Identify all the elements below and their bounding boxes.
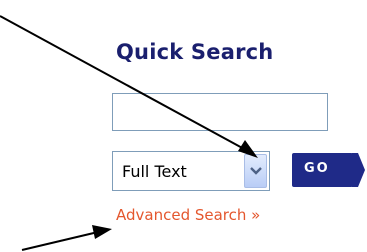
search-input[interactable] [112, 93, 328, 131]
dropdown-button[interactable] [244, 154, 267, 188]
chevron-down-icon [250, 167, 262, 175]
go-label: GO [304, 161, 330, 176]
quick-search-title: Quick Search [116, 40, 274, 64]
arrow-icon [21, 231, 99, 251]
search-scope-select[interactable]: Full Text [112, 151, 270, 191]
go-button-box: GO [292, 153, 353, 187]
triangle-right-icon [352, 153, 365, 187]
go-button[interactable]: GO [292, 153, 367, 187]
search-scope-value: Full Text [122, 162, 187, 181]
arrowhead-icon [92, 225, 112, 239]
advanced-search-link[interactable]: Advanced Search » [116, 206, 260, 224]
